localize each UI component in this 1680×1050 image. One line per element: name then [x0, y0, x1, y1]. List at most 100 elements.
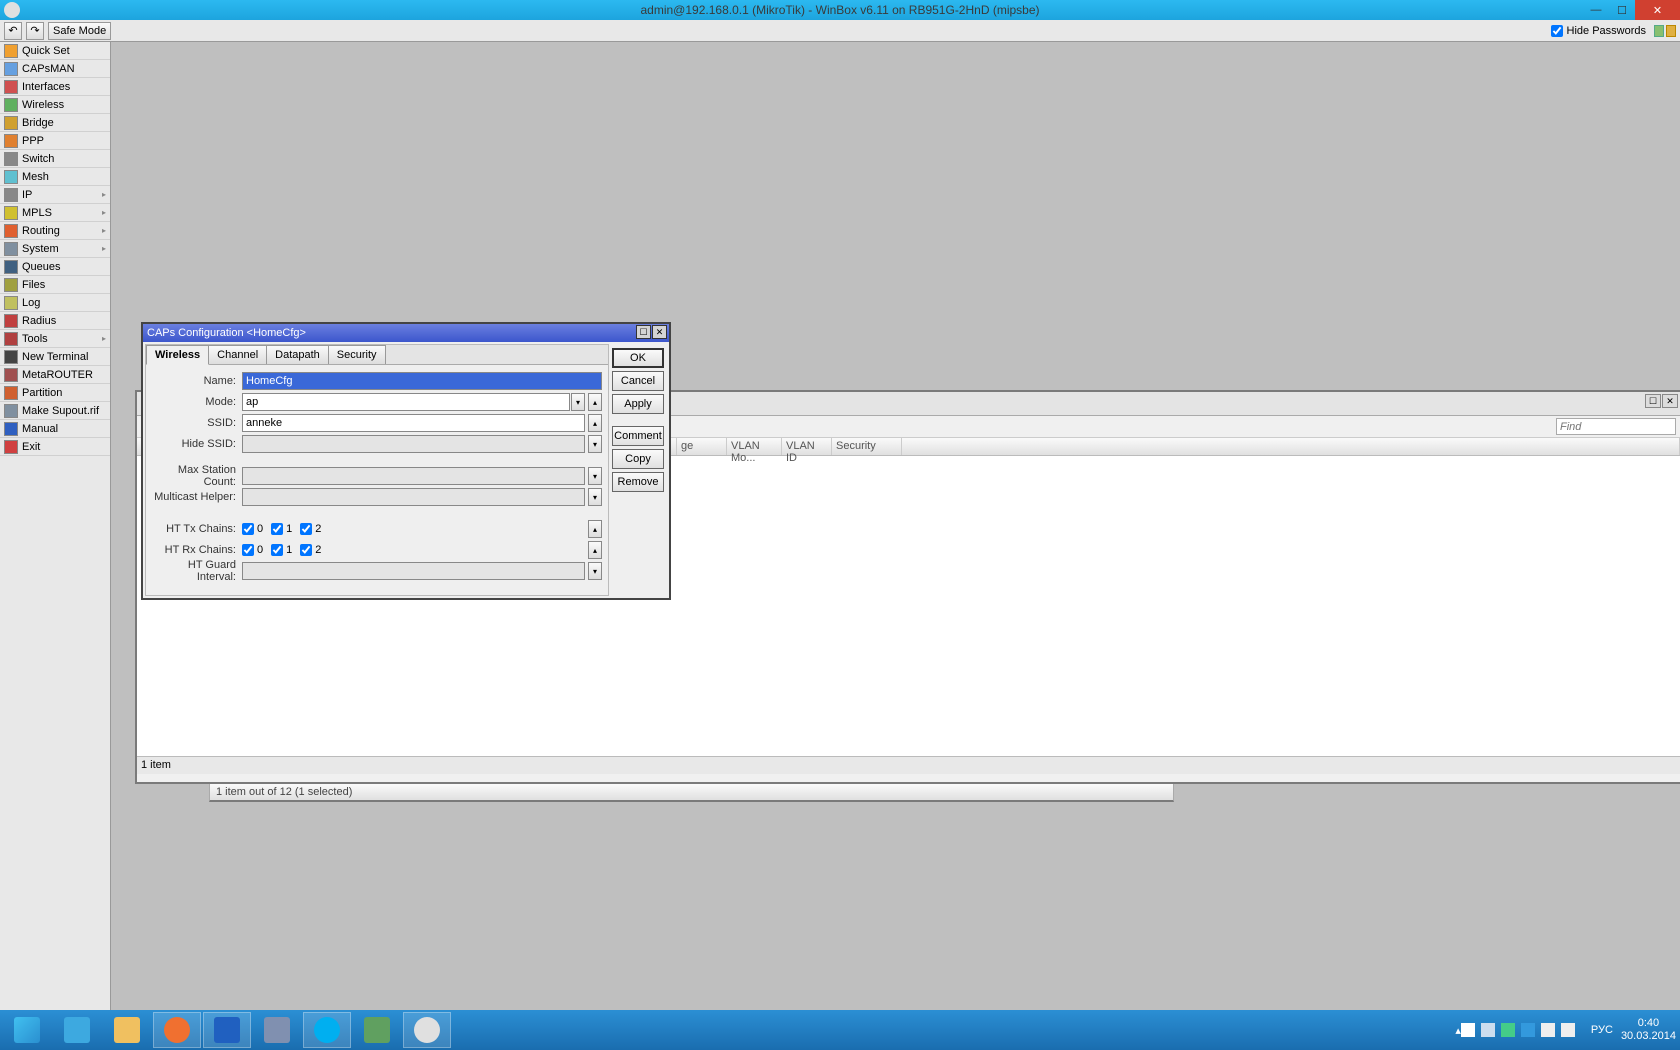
- tray-volume-icon[interactable]: [1561, 1023, 1575, 1037]
- taskbar-winbox[interactable]: [403, 1012, 451, 1048]
- max-station-down-arrow[interactable]: ▾: [588, 467, 602, 485]
- sidebar-item-switch[interactable]: Switch: [0, 150, 110, 168]
- clock-time: 0:40: [1621, 1017, 1676, 1030]
- tab-security[interactable]: Security: [328, 345, 386, 364]
- sidebar-item-routing[interactable]: Routing▸: [0, 222, 110, 240]
- tray-bt-icon[interactable]: [1521, 1023, 1535, 1037]
- menu-icon: [4, 170, 18, 184]
- sidebar-item-mpls[interactable]: MPLS▸: [0, 204, 110, 222]
- col-security[interactable]: Security: [832, 438, 902, 455]
- sidebar-item-mesh[interactable]: Mesh: [0, 168, 110, 186]
- ht-guard-down-arrow[interactable]: ▾: [588, 562, 602, 580]
- sidebar-item-label: Manual: [22, 423, 58, 435]
- safe-mode-button[interactable]: Safe Mode: [48, 22, 111, 40]
- menu-icon: [4, 62, 18, 76]
- ht-tx-0-checkbox[interactable]: [242, 523, 254, 535]
- col-vlan-mode[interactable]: VLAN Mo...: [727, 438, 782, 455]
- taskbar-skype[interactable]: [303, 1012, 351, 1048]
- hide-passwords-toggle[interactable]: Hide Passwords: [1551, 25, 1646, 37]
- window-close-button[interactable]: ✕: [1635, 0, 1680, 20]
- mode-up-arrow[interactable]: ▴: [588, 393, 602, 411]
- windows-taskbar: ▴ РУС 0:40 30.03.2014: [0, 1010, 1680, 1050]
- cancel-button[interactable]: Cancel: [612, 371, 664, 391]
- window-restore-button[interactable]: ☐: [1609, 0, 1635, 20]
- taskbar-app1[interactable]: [253, 1012, 301, 1048]
- taskbar-firefox[interactable]: [153, 1012, 201, 1048]
- menu-icon: [4, 260, 18, 274]
- sidebar-item-partition[interactable]: Partition: [0, 384, 110, 402]
- ht-tx-up-arrow[interactable]: ▴: [588, 520, 602, 538]
- taskbar-ie[interactable]: [53, 1012, 101, 1048]
- menu-icon: [4, 224, 18, 238]
- hide-passwords-checkbox[interactable]: [1551, 25, 1563, 37]
- col-vlan-id[interactable]: VLAN ID: [782, 438, 832, 455]
- language-indicator[interactable]: РУС: [1591, 1024, 1613, 1036]
- ht-tx-label: HT Tx Chains:: [152, 523, 236, 535]
- ht-rx-2-checkbox[interactable]: [300, 544, 312, 556]
- sidebar-item-interfaces[interactable]: Interfaces: [0, 78, 110, 96]
- sidebar-item-make-supout-rif[interactable]: Make Supout.rif: [0, 402, 110, 420]
- sidebar-item-files[interactable]: Files: [0, 276, 110, 294]
- mode-input[interactable]: [242, 393, 570, 411]
- sidebar-item-system[interactable]: System▸: [0, 240, 110, 258]
- sidebar-item-new-terminal[interactable]: New Terminal: [0, 348, 110, 366]
- sidebar-item-exit[interactable]: Exit: [0, 438, 110, 456]
- apply-button[interactable]: Apply: [612, 394, 664, 414]
- sidebar-item-label: Wireless: [22, 99, 64, 111]
- app-icon: [4, 2, 20, 18]
- ht-rx-up-arrow[interactable]: ▴: [588, 541, 602, 559]
- ssid-up-arrow[interactable]: ▴: [588, 414, 602, 432]
- capsman-close-button[interactable]: ✕: [1662, 394, 1678, 408]
- sidebar-item-ip[interactable]: IP▸: [0, 186, 110, 204]
- ht-rx-1-checkbox[interactable]: [271, 544, 283, 556]
- ht-tx-1-checkbox[interactable]: [271, 523, 283, 535]
- sidebar-item-wireless[interactable]: Wireless: [0, 96, 110, 114]
- sidebar-item-quick-set[interactable]: Quick Set: [0, 42, 110, 60]
- find-input[interactable]: [1556, 418, 1676, 435]
- redo-button[interactable]: ↷: [26, 22, 44, 40]
- dialog-restore-button[interactable]: ☐: [636, 325, 651, 339]
- mode-dropdown-button[interactable]: ▾: [571, 393, 585, 411]
- main-toolbar: ↶ ↷ Safe Mode Hide Passwords: [0, 20, 1680, 42]
- sidebar-item-radius[interactable]: Radius: [0, 312, 110, 330]
- copy-button[interactable]: Copy: [612, 449, 664, 469]
- multicast-down-arrow[interactable]: ▾: [588, 488, 602, 506]
- taskbar-outlook[interactable]: [203, 1012, 251, 1048]
- name-input[interactable]: [242, 372, 602, 390]
- sidebar-item-bridge[interactable]: Bridge: [0, 114, 110, 132]
- comment-button[interactable]: Comment: [612, 426, 664, 446]
- tray-battery-icon[interactable]: [1541, 1023, 1555, 1037]
- taskbar-app2[interactable]: [353, 1012, 401, 1048]
- undo-button[interactable]: ↶: [4, 22, 22, 40]
- sidebar-item-ppp[interactable]: PPP: [0, 132, 110, 150]
- mode-label: Mode:: [152, 396, 236, 408]
- sidebar-item-capsman[interactable]: CAPsMAN: [0, 60, 110, 78]
- tray-network-icon[interactable]: [1481, 1023, 1495, 1037]
- sidebar-item-manual[interactable]: Manual: [0, 420, 110, 438]
- dialog-titlebar[interactable]: CAPs Configuration <HomeCfg> ☐ ✕: [143, 324, 669, 342]
- ht-tx-2-checkbox[interactable]: [300, 523, 312, 535]
- hide-passwords-label: Hide Passwords: [1567, 25, 1646, 37]
- dialog-close-button[interactable]: ✕: [652, 325, 667, 339]
- ht-rx-0-checkbox[interactable]: [242, 544, 254, 556]
- tab-datapath[interactable]: Datapath: [266, 345, 329, 364]
- sidebar-item-queues[interactable]: Queues: [0, 258, 110, 276]
- tray-flag-icon[interactable]: [1461, 1023, 1475, 1037]
- tab-channel[interactable]: Channel: [208, 345, 267, 364]
- col-ge[interactable]: ge: [677, 438, 727, 455]
- hide-ssid-down-arrow[interactable]: ▾: [588, 435, 602, 453]
- sidebar-item-log[interactable]: Log: [0, 294, 110, 312]
- capsman-restore-button[interactable]: ☐: [1645, 394, 1661, 408]
- remove-button[interactable]: Remove: [612, 472, 664, 492]
- sidebar-item-tools[interactable]: Tools▸: [0, 330, 110, 348]
- ssid-input[interactable]: [242, 414, 585, 432]
- taskbar-explorer[interactable]: [103, 1012, 151, 1048]
- name-label: Name:: [152, 375, 236, 387]
- tab-wireless[interactable]: Wireless: [146, 345, 209, 365]
- window-minimize-button[interactable]: —: [1583, 0, 1609, 20]
- tray-av-icon[interactable]: [1501, 1023, 1515, 1037]
- ok-button[interactable]: OK: [612, 348, 664, 368]
- tray-clock[interactable]: 0:40 30.03.2014: [1621, 1017, 1676, 1043]
- sidebar-item-metarouter[interactable]: MetaROUTER: [0, 366, 110, 384]
- start-button[interactable]: [3, 1012, 51, 1048]
